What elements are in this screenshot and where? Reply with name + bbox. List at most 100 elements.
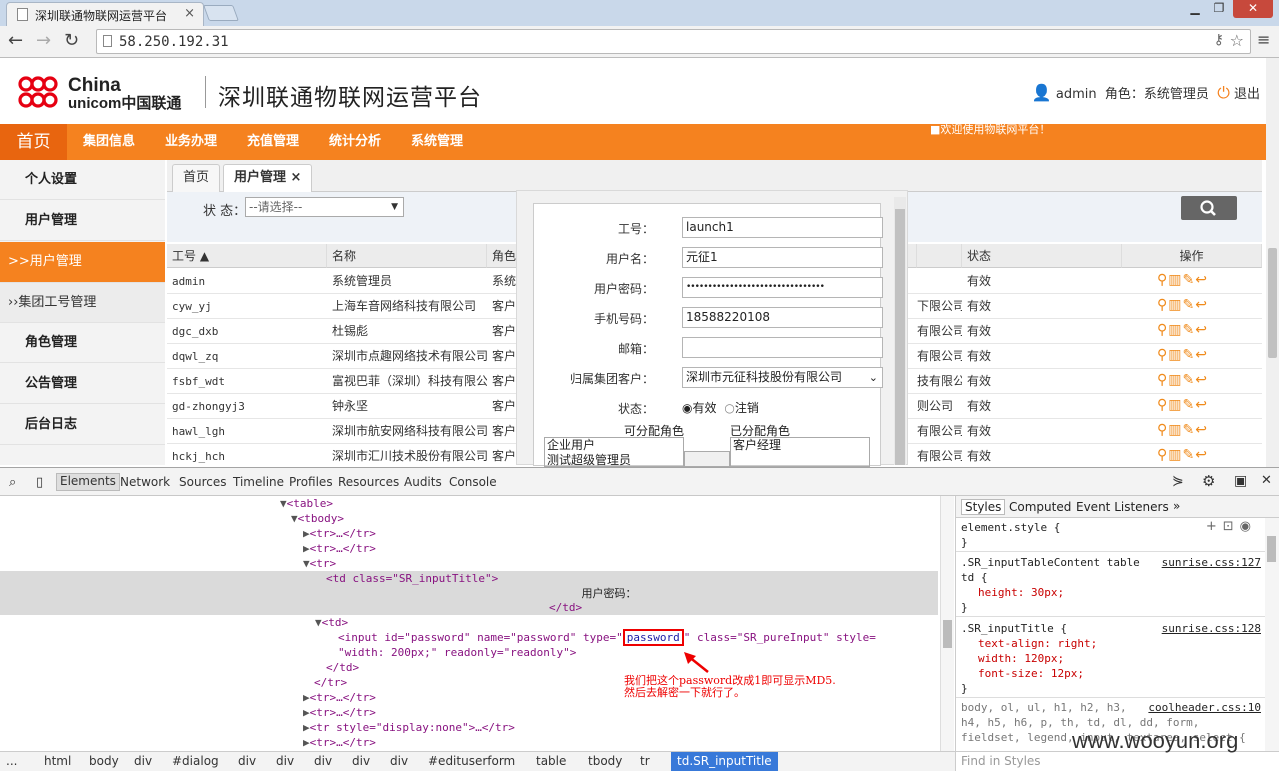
reset-icon[interactable]: ↩	[1195, 397, 1208, 413]
view-icon[interactable]: ⚲	[1157, 272, 1168, 288]
breadcrumb-item[interactable]: div	[238, 754, 256, 768]
styles-scroll-thumb[interactable]	[1267, 536, 1276, 562]
inspect-icon[interactable]: ⌕	[9, 475, 16, 490]
style-source-link[interactable]: sunrise.css:127	[1162, 556, 1261, 569]
view-icon[interactable]: ⚲	[1157, 297, 1168, 313]
find-in-styles-input[interactable]: Find in Styles	[955, 751, 1279, 771]
edit-icon[interactable]: ✎	[1183, 447, 1196, 463]
username-input[interactable]: 元征1	[682, 247, 883, 268]
close-icon[interactable]: ✕	[1261, 473, 1272, 488]
breadcrumb-item[interactable]: td.SR_inputTitle	[671, 752, 778, 771]
nav-group-info[interactable]: 集团信息	[83, 124, 135, 160]
restore-icon[interactable]: ❐	[1208, 0, 1230, 18]
reload-icon[interactable]: ↻	[64, 30, 79, 51]
back-icon[interactable]: ←	[8, 30, 23, 51]
dom-node[interactable]: ▶<tr style="display:none">…</tr>	[0, 720, 938, 735]
style-property[interactable]: height: 30px;	[978, 586, 1064, 599]
delete-icon[interactable]: ▥	[1168, 322, 1182, 338]
breadcrumb-item[interactable]: tr	[640, 754, 650, 768]
dialog-scroll-thumb[interactable]	[895, 209, 905, 465]
dom-node-input-cont[interactable]: "width: 200px;" readonly="readonly">	[0, 645, 938, 660]
password-input[interactable]: ••••••••••••••••••••••••••••••••	[682, 277, 883, 298]
reset-icon[interactable]: ↩	[1195, 297, 1208, 313]
tab-audits[interactable]: Audits	[404, 475, 442, 489]
style-source-link[interactable]: coolheader.css:10	[1148, 701, 1261, 714]
sidebar-item-roles[interactable]: 角色管理	[0, 323, 165, 363]
view-icon[interactable]: ⚲	[1157, 447, 1168, 463]
tab-profiles[interactable]: Profiles	[289, 475, 333, 489]
edit-icon[interactable]: ✎	[1183, 322, 1196, 338]
col-header-id[interactable]: 工号 ▲	[167, 244, 327, 268]
nav-home[interactable]: 首页	[0, 124, 67, 160]
style-property[interactable]: text-align: right;	[978, 637, 1097, 650]
sidebar-item-notices[interactable]: 公告管理	[0, 364, 165, 404]
available-roles-list[interactable]: 企业用户 测试超级管理员	[544, 437, 684, 467]
list-item[interactable]: 测试超级管理员	[547, 453, 683, 466]
phone-input[interactable]: 18588220108	[682, 307, 883, 328]
view-icon[interactable]: ⚲	[1157, 397, 1168, 413]
dom-node[interactable]: ▼<td>	[0, 615, 938, 630]
radio-valid[interactable]: ◉	[682, 401, 692, 415]
sidebar-item-personal[interactable]: 个人设置	[0, 160, 165, 200]
dom-node[interactable]: ▶<tr>…</tr>	[0, 735, 938, 750]
styles-scrollbar[interactable]	[1265, 518, 1279, 751]
edit-icon[interactable]: ✎	[1183, 397, 1196, 413]
breadcrumb-item[interactable]: tbody	[588, 754, 622, 768]
dom-node[interactable]: ▼<tbody>	[0, 511, 938, 526]
tab-elements[interactable]: Elements	[56, 473, 120, 491]
view-icon[interactable]: ⚲	[1157, 372, 1168, 388]
reset-icon[interactable]: ↩	[1195, 447, 1208, 463]
elements-scrollbar[interactable]	[940, 496, 954, 751]
style-source-link[interactable]: sunrise.css:128	[1162, 622, 1261, 635]
close-tab-icon[interactable]: ×	[184, 6, 195, 21]
list-item[interactable]: 客户经理	[733, 438, 869, 453]
email-input[interactable]	[682, 337, 883, 358]
nav-system[interactable]: 系统管理	[411, 124, 463, 160]
user-id-input[interactable]: launch1	[682, 217, 883, 238]
console-drawer-icon[interactable]: ⋟	[1172, 473, 1184, 489]
view-icon[interactable]: ⚲	[1157, 422, 1168, 438]
dom-node[interactable]: ▼<table>	[0, 496, 938, 511]
tab-user-mgmt[interactable]: 用户管理 ×	[223, 164, 313, 193]
delete-icon[interactable]: ▥	[1168, 372, 1182, 388]
group-select[interactable]: 深圳市元征科技股份有限公司 ⌄	[682, 367, 883, 388]
delete-icon[interactable]: ▥	[1168, 397, 1182, 413]
style-property[interactable]: font-size: 12px;	[978, 667, 1084, 680]
delete-icon[interactable]: ▥	[1168, 447, 1182, 463]
delete-icon[interactable]: ▥	[1168, 347, 1182, 363]
dom-text-node[interactable]: 用户密码：	[0, 586, 938, 600]
dom-node-input[interactable]: <input id="password" name="password" typ…	[0, 629, 938, 646]
sidebar-item-logs[interactable]: 后台日志	[0, 405, 165, 445]
col-header-status[interactable]: 状态	[962, 244, 1122, 268]
delete-icon[interactable]: ▥	[1168, 297, 1182, 313]
dom-node[interactable]: ▶<tr>…</tr>	[0, 526, 938, 541]
breadcrumb-item[interactable]: div	[352, 754, 370, 768]
tab-resources[interactable]: Resources	[338, 475, 399, 489]
dom-node[interactable]: </td>	[0, 660, 938, 675]
tab-console[interactable]: Console	[449, 475, 497, 489]
breadcrumb-item[interactable]: body	[89, 754, 119, 768]
tab-timeline[interactable]: Timeline	[233, 475, 284, 489]
list-item[interactable]: 企业用户	[547, 438, 683, 453]
page-scrollbar[interactable]	[1266, 58, 1279, 467]
edit-icon[interactable]: ✎	[1183, 272, 1196, 288]
menu-icon[interactable]: ≡	[1257, 30, 1270, 49]
url-input[interactable]: 58.250.192.31 ⚷ ☆	[96, 29, 1251, 54]
tab-event-listeners[interactable]: Event Listeners	[1076, 500, 1169, 514]
breadcrumb-item[interactable]: table	[536, 754, 566, 768]
star-icon[interactable]: ☆	[1230, 31, 1244, 50]
dom-node[interactable]: ▼<tr>	[0, 556, 938, 571]
minimize-icon[interactable]: ▁	[1184, 0, 1206, 18]
tab-sources[interactable]: Sources	[179, 475, 226, 489]
tab-computed[interactable]: Computed	[1009, 500, 1071, 514]
tab-home[interactable]: 首页	[172, 164, 221, 192]
page-scroll-thumb[interactable]	[1268, 248, 1277, 358]
breadcrumb-item[interactable]: #edituserform	[428, 754, 515, 768]
dock-icon[interactable]: ▣	[1234, 473, 1247, 489]
nav-recharge[interactable]: 充值管理	[247, 124, 299, 160]
logout-link[interactable]: 退出	[1234, 87, 1260, 102]
delete-icon[interactable]: ▥	[1168, 272, 1182, 288]
edit-icon[interactable]: ✎	[1183, 372, 1196, 388]
style-tools-icon[interactable]: +⊡◉	[1206, 519, 1257, 534]
breadcrumb-item[interactable]: div	[314, 754, 332, 768]
